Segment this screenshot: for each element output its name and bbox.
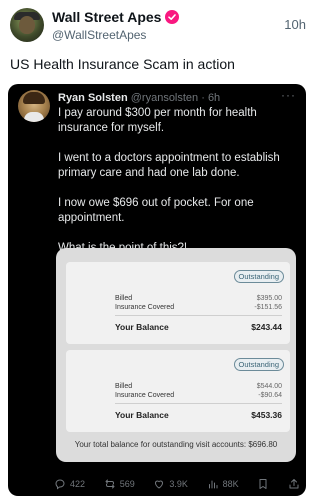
action-bar: 422 569 3.9K 88K — [54, 476, 300, 492]
quoted-tweet-card[interactable]: Ryan Solsten @ryansolsten · 6h ··· I pay… — [8, 84, 306, 496]
total-balance-text: Your total balance for outstanding visit… — [74, 440, 278, 449]
quoted-avatar-hair — [23, 92, 45, 104]
bookmark-icon — [259, 479, 267, 489]
balance-label: Your Balance — [115, 322, 169, 332]
covered-label: Insurance Covered — [115, 392, 175, 399]
quoted-tweet-text: I pay around $300 per month for health i… — [58, 106, 296, 271]
verified-badge-icon — [165, 10, 180, 24]
views-chart-icon — [208, 480, 218, 489]
covered-amount: -$90.64 — [258, 392, 282, 399]
balance-label: Your Balance — [115, 410, 169, 420]
author-name[interactable]: Wall Street Apes — [52, 9, 180, 25]
share-icon — [289, 479, 299, 489]
post-text: US Health Insurance Scam in action — [10, 56, 235, 72]
reply-icon — [55, 479, 65, 490]
repost-button[interactable]: 569 — [104, 478, 135, 490]
billing-panel: Outstanding Billed $395.00 Insurance Cov… — [66, 262, 290, 344]
views-count: 88K — [222, 479, 239, 489]
quoted-author-name: Ryan Solsten — [58, 92, 128, 104]
covered-amount: -$151.56 — [254, 304, 282, 311]
status-badge: Outstanding — [233, 358, 284, 371]
status-badge: Outstanding — [233, 270, 284, 283]
like-count: 3.9K — [169, 479, 188, 489]
billed-amount: $544.00 — [256, 383, 282, 390]
billed-amount: $395.00 — [256, 295, 282, 302]
quoted-paragraph: I pay around $300 per month for health i… — [58, 107, 257, 134]
reply-button[interactable]: 422 — [54, 478, 85, 490]
avatar[interactable] — [10, 8, 44, 42]
post-timestamp[interactable]: 10h — [284, 17, 306, 32]
views-button[interactable]: 88K — [207, 478, 239, 490]
quoted-avatar[interactable] — [18, 90, 50, 122]
divider — [115, 315, 282, 316]
billed-label: Billed — [115, 383, 133, 390]
billing-screenshot-image[interactable]: Outstanding Billed $395.00 Insurance Cov… — [56, 248, 296, 462]
quoted-avatar-body — [24, 112, 44, 122]
quoted-author[interactable]: Ryan Solsten @ryansolsten · 6h — [58, 92, 220, 104]
balance-amount: $243.44 — [251, 322, 282, 332]
balance-amount: $453.36 — [251, 410, 282, 420]
heart-icon — [155, 480, 164, 489]
reply-count: 422 — [70, 479, 86, 489]
post-header: Wall Street Apes @WallStreetApes 10h — [10, 6, 306, 44]
author-handle[interactable]: @WallStreetApes — [52, 28, 146, 42]
repost-count: 569 — [119, 479, 135, 489]
share-button[interactable] — [288, 478, 300, 490]
billed-label: Billed — [115, 295, 133, 302]
like-button[interactable]: 3.9K — [153, 478, 188, 490]
author-name-text: Wall Street Apes — [52, 9, 162, 25]
more-options-icon[interactable]: ··· — [281, 88, 296, 102]
quoted-paragraph: I now owe $696 out of pocket. For one ap… — [58, 197, 254, 224]
quoted-paragraph: I went to a doctors appointment to estab… — [58, 152, 280, 179]
covered-label: Insurance Covered — [115, 304, 175, 311]
divider — [115, 403, 282, 404]
avatar-face — [19, 16, 35, 34]
billing-panel: Outstanding Billed $544.00 Insurance Cov… — [66, 350, 290, 432]
repost-icon — [105, 479, 115, 489]
bookmark-button[interactable] — [257, 478, 269, 490]
quoted-handle-time: @ryansolsten · 6h — [130, 92, 221, 104]
